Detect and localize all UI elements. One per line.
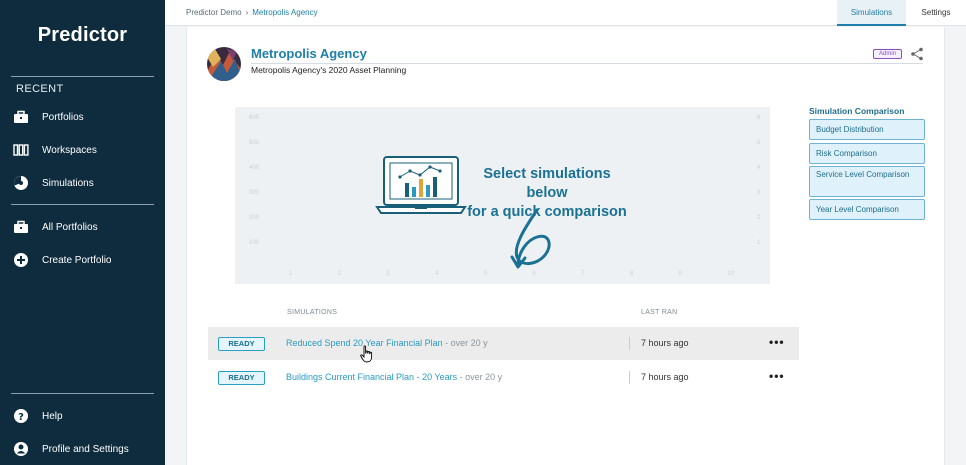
sidebar-item-workspaces[interactable]: Workspaces <box>12 140 97 160</box>
service-level-comparison-button[interactable]: Service Level Comparison <box>809 166 925 197</box>
comparison-chart-placeholder: 600 500 400 300 200 100 6 5 4 3 2 1 1 2 3 4 5 6 7 8 9 10 <box>235 107 770 284</box>
simulation-link[interactable]: Buildings Current Financial Plan - 20 Ye… <box>286 372 457 382</box>
budget-distribution-button[interactable]: Budget Distribution <box>809 119 925 140</box>
page-subtitle: Metropolis Agency's 2020 Asset Planning <box>251 65 407 75</box>
table-row[interactable]: READY Reduced Spend 20 Year Financial Pl… <box>208 327 799 360</box>
main-card: Metropolis Agency Metropolis Agency's 20… <box>186 27 945 465</box>
tab-simulations[interactable]: Simulations <box>837 0 906 26</box>
sidebar-item-label: Profile and Settings <box>42 443 129 455</box>
sidebar-item-label: Portfolios <box>42 111 84 123</box>
sidebar-item-label: Simulations <box>42 177 94 189</box>
risk-comparison-button[interactable]: Risk Comparison <box>809 143 925 164</box>
last-ran-cell: 7 hours ago <box>641 372 689 382</box>
simulation-name-cell: Reduced Spend 20 Year Financial Plan - o… <box>286 338 488 348</box>
sidebar-item-all-portfolios[interactable]: All Portfolios <box>12 217 98 237</box>
workspaces-icon <box>12 141 30 159</box>
sidebar-item-label: All Portfolios <box>42 221 98 233</box>
sidebar-divider <box>11 204 154 205</box>
year-level-comparison-button[interactable]: Year Level Comparison <box>809 199 925 220</box>
simulations-icon <box>12 174 30 192</box>
sidebar-divider <box>11 393 154 394</box>
chart-message-line1: Select simulations below <box>483 166 611 201</box>
last-ran-cell: 7 hours ago <box>641 338 689 348</box>
sidebar-item-label: Create Portfolio <box>42 254 112 266</box>
simulation-name-cell: Buildings Current Financial Plan - 20 Ye… <box>286 372 502 382</box>
page-title: Metropolis Agency <box>251 46 367 61</box>
avatar <box>207 47 241 81</box>
more-options-icon[interactable]: ••• <box>769 369 785 383</box>
top-bar: Predictor Demo › Metropolis Agency Simul… <box>165 0 966 26</box>
comparison-panel-title: Simulation Comparison <box>809 106 905 116</box>
breadcrumb-current[interactable]: Metropolis Agency <box>252 8 317 17</box>
column-header-simulations: SIMULATIONS <box>287 309 338 316</box>
sidebar: Predictor RECENT Portfolios Workspaces S… <box>0 0 165 465</box>
simulation-duration: - over 20 y <box>442 338 488 348</box>
svg-text:?: ? <box>18 412 24 423</box>
chart-empty-state: Select simulations below for a quick com… <box>235 107 770 284</box>
column-divider <box>629 337 630 350</box>
column-divider <box>629 371 630 384</box>
recent-heading: RECENT <box>16 83 64 95</box>
more-options-icon[interactable]: ••• <box>769 335 785 349</box>
sidebar-item-label: Help <box>42 410 63 422</box>
status-badge: READY <box>218 371 265 385</box>
hand-cursor-icon <box>360 345 374 363</box>
plus-circle-icon <box>12 251 30 269</box>
sidebar-item-portfolios[interactable]: Portfolios <box>12 107 84 127</box>
sidebar-item-help[interactable]: ? Help <box>12 406 63 426</box>
breadcrumb: Predictor Demo › Metropolis Agency <box>186 8 318 17</box>
admin-badge: Admin <box>873 49 903 59</box>
breadcrumb-root[interactable]: Predictor Demo <box>186 8 242 17</box>
sidebar-item-simulations[interactable]: Simulations <box>12 173 94 193</box>
table-row[interactable]: READY Buildings Current Financial Plan -… <box>208 361 799 394</box>
chart-empty-message: Select simulations below for a quick com… <box>466 165 628 222</box>
column-header-last-ran: LAST RAN <box>641 309 678 316</box>
sidebar-item-label: Workspaces <box>42 144 97 156</box>
chevron-right-icon: › <box>245 8 249 17</box>
tab-bar: Simulations Settings <box>837 0 966 26</box>
briefcase-icon <box>12 108 30 126</box>
status-badge: READY <box>218 337 265 351</box>
header-divider <box>251 63 923 64</box>
sidebar-divider <box>11 76 154 77</box>
chart-message-line2: for a quick comparison <box>467 204 627 220</box>
help-icon: ? <box>12 407 30 425</box>
share-icon[interactable] <box>911 47 923 61</box>
sidebar-item-create-portfolio[interactable]: Create Portfolio <box>12 250 111 270</box>
briefcase-icon <box>12 218 30 236</box>
brand-logo[interactable]: Predictor <box>0 24 165 47</box>
sidebar-item-profile-settings[interactable]: Profile and Settings <box>12 439 129 459</box>
simulation-duration: - over 20 y <box>457 372 503 382</box>
tab-settings[interactable]: Settings <box>906 0 966 26</box>
user-icon <box>12 440 30 458</box>
